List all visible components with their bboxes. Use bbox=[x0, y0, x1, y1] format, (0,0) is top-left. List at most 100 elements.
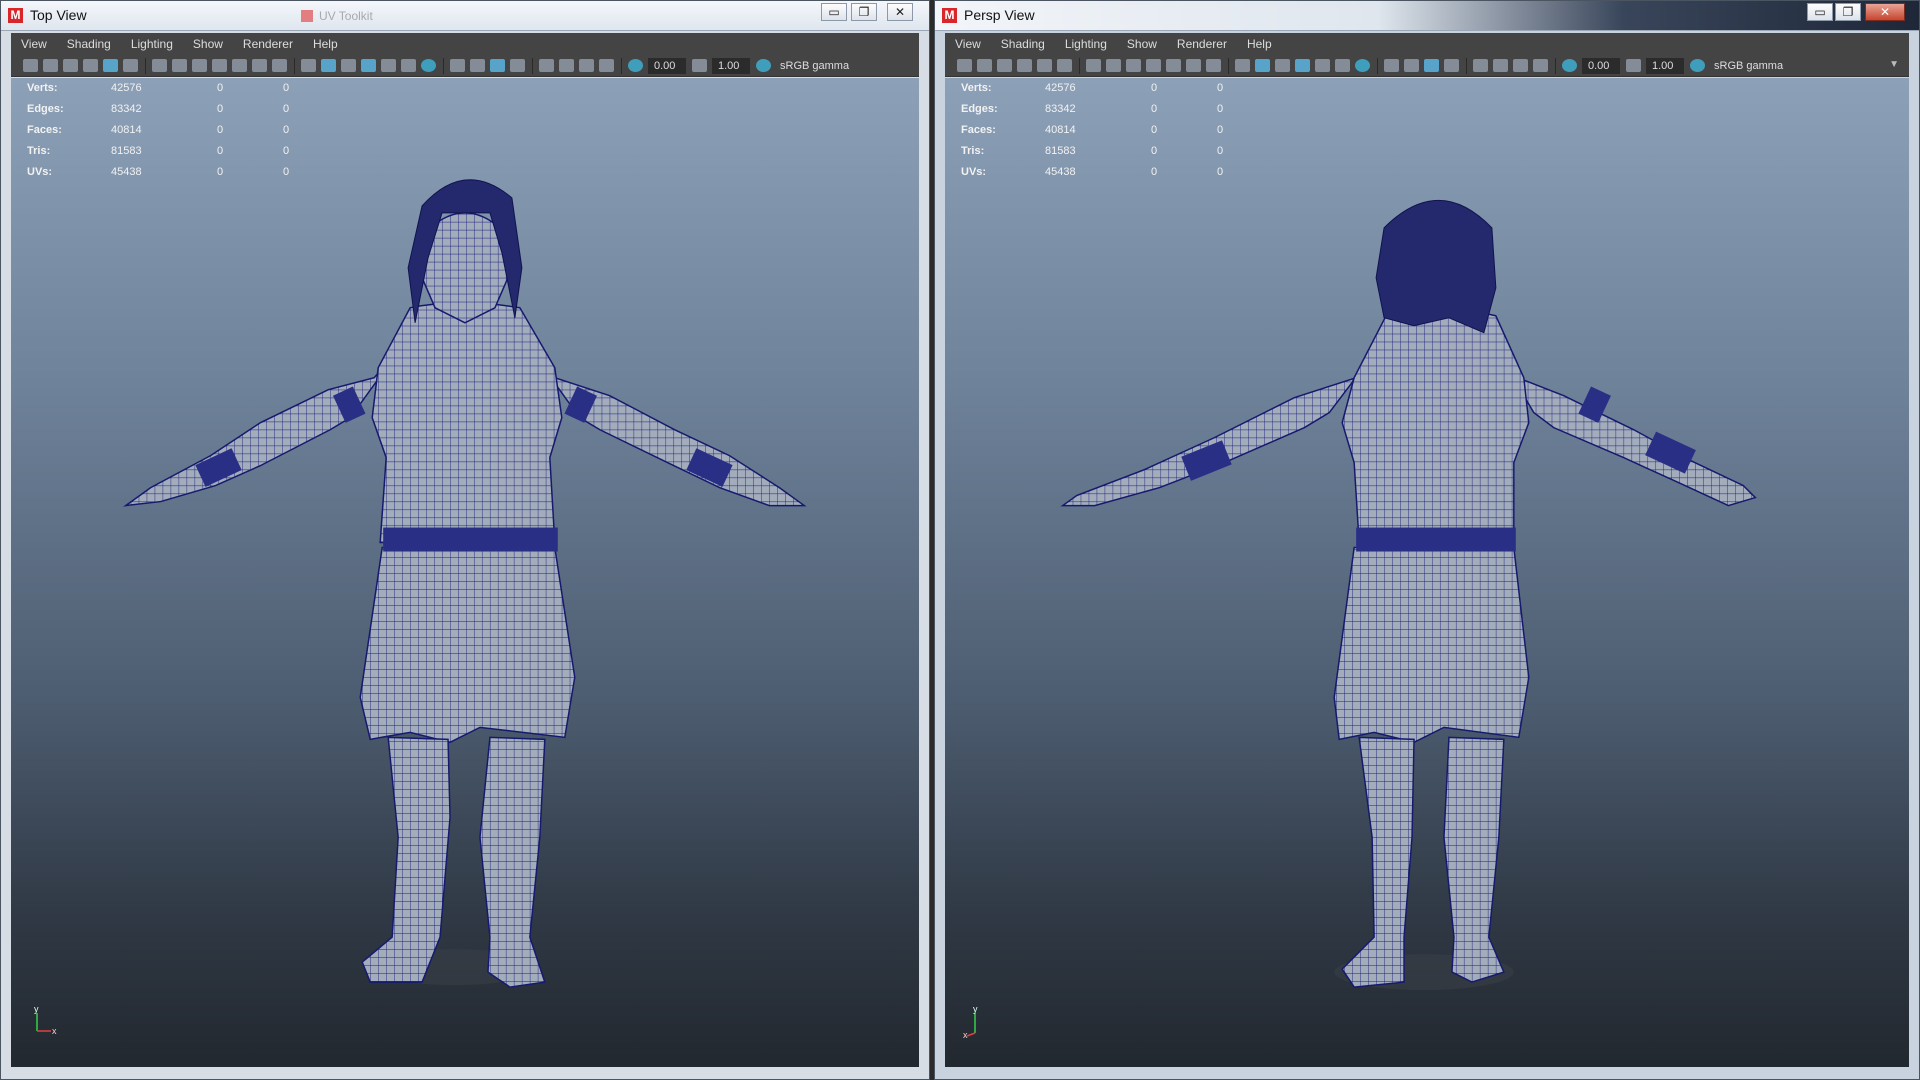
menu-lighting[interactable]: Lighting bbox=[1055, 37, 1117, 51]
field-chart-icon[interactable] bbox=[1166, 59, 1181, 72]
textured-icon[interactable] bbox=[1315, 59, 1330, 72]
shadows-icon[interactable] bbox=[421, 59, 436, 72]
smooth-shade-icon[interactable] bbox=[1255, 59, 1270, 72]
light-icon[interactable] bbox=[401, 59, 416, 72]
xray-icon[interactable] bbox=[1493, 59, 1508, 72]
hud-value: 0 bbox=[217, 82, 224, 94]
depth-of-field-icon[interactable] bbox=[510, 59, 525, 72]
backface-icon[interactable] bbox=[599, 59, 614, 72]
gamma-field[interactable]: 1.00 bbox=[712, 57, 750, 74]
anti-alias-icon[interactable] bbox=[490, 59, 505, 72]
pan-zoom-icon[interactable] bbox=[103, 59, 118, 72]
film-gate-icon[interactable] bbox=[172, 59, 187, 72]
viewport-persp[interactable]: Verts: 42576 0 0 Edges: 83342 0 0 Faces:… bbox=[945, 78, 1909, 1067]
image-plane-icon[interactable] bbox=[1017, 59, 1032, 72]
close-button[interactable]: ✕ bbox=[1865, 3, 1905, 21]
menu-renderer[interactable]: Renderer bbox=[233, 37, 303, 51]
exposure-icon[interactable] bbox=[1562, 59, 1577, 72]
grid-icon[interactable] bbox=[1086, 59, 1101, 72]
motion-blur-icon[interactable] bbox=[470, 59, 485, 72]
colorspace-icon[interactable] bbox=[756, 59, 771, 72]
gate-mask-icon[interactable] bbox=[1146, 59, 1161, 72]
shadows-icon[interactable] bbox=[1355, 59, 1370, 72]
wireframe-on-shaded-icon[interactable] bbox=[1295, 59, 1310, 72]
grid-icon[interactable] bbox=[152, 59, 167, 72]
hud-value: 0 bbox=[1151, 166, 1158, 178]
viewport-top[interactable]: Verts: 42576 0 0 Edges: 83342 0 0 Faces:… bbox=[11, 78, 919, 1067]
bookmark-icon[interactable] bbox=[63, 59, 78, 72]
anti-alias-icon[interactable] bbox=[1424, 59, 1439, 72]
gate-mask-icon[interactable] bbox=[212, 59, 227, 72]
grease-pencil-icon[interactable] bbox=[1057, 59, 1072, 72]
menu-show[interactable]: Show bbox=[1117, 37, 1167, 51]
light-icon[interactable] bbox=[1335, 59, 1350, 72]
exposure-field[interactable]: 0.00 bbox=[1582, 57, 1620, 74]
isolate-select-icon[interactable] bbox=[539, 59, 554, 72]
restore-button[interactable]: ❐ bbox=[851, 3, 877, 21]
depth-of-field-icon[interactable] bbox=[1444, 59, 1459, 72]
pan-zoom-icon[interactable] bbox=[1037, 59, 1052, 72]
restore-button[interactable]: ❐ bbox=[1835, 3, 1861, 21]
title-bar[interactable]: M Top View UV Toolkit ▭ ❐ ✕ bbox=[1, 1, 929, 31]
menu-renderer[interactable]: Renderer bbox=[1167, 37, 1237, 51]
gamma-icon[interactable] bbox=[1626, 59, 1641, 72]
wireframe-on-shaded-icon[interactable] bbox=[361, 59, 376, 72]
grease-pencil-icon[interactable] bbox=[123, 59, 138, 72]
safe-title-icon[interactable] bbox=[272, 59, 287, 72]
screen-space-ao-icon[interactable] bbox=[450, 59, 465, 72]
film-gate-icon[interactable] bbox=[1106, 59, 1121, 72]
hud-value: 40814 bbox=[111, 124, 142, 136]
camera-attributes-icon[interactable] bbox=[977, 59, 992, 72]
exposure-icon[interactable] bbox=[628, 59, 643, 72]
resolution-gate-icon[interactable] bbox=[1126, 59, 1141, 72]
default-material-icon[interactable] bbox=[341, 59, 356, 72]
resolution-gate-icon[interactable] bbox=[192, 59, 207, 72]
xray-joints-icon[interactable] bbox=[579, 59, 594, 72]
wireframe-icon[interactable] bbox=[301, 59, 316, 72]
safe-action-icon[interactable] bbox=[1186, 59, 1201, 72]
gamma-field[interactable]: 1.00 bbox=[1646, 57, 1684, 74]
menu-view[interactable]: View bbox=[11, 37, 57, 51]
isolate-select-icon[interactable] bbox=[1473, 59, 1488, 72]
xray-icon[interactable] bbox=[559, 59, 574, 72]
xray-joints-icon[interactable] bbox=[1513, 59, 1528, 72]
motion-blur-icon[interactable] bbox=[1404, 59, 1419, 72]
default-material-icon[interactable] bbox=[1275, 59, 1290, 72]
colorspace-icon[interactable] bbox=[1690, 59, 1705, 72]
wireframe-icon[interactable] bbox=[1235, 59, 1250, 72]
textured-icon[interactable] bbox=[381, 59, 396, 72]
toolbar-separator bbox=[532, 57, 533, 74]
close-button[interactable]: ✕ bbox=[887, 3, 913, 21]
camera-attributes-icon[interactable] bbox=[43, 59, 58, 72]
restore-icon: ❐ bbox=[1842, 5, 1854, 19]
menu-lighting[interactable]: Lighting bbox=[121, 37, 183, 51]
menu-help[interactable]: Help bbox=[1237, 37, 1282, 51]
minimize-button[interactable]: ▭ bbox=[1807, 3, 1833, 21]
character-wireframe-back bbox=[1060, 199, 1757, 991]
backface-icon[interactable] bbox=[1533, 59, 1548, 72]
title-bar[interactable]: M Persp View ▭ ❐ ✕ bbox=[935, 1, 1919, 31]
exposure-field[interactable]: 0.00 bbox=[648, 57, 686, 74]
menu-help[interactable]: Help bbox=[303, 37, 348, 51]
gamma-icon[interactable] bbox=[692, 59, 707, 72]
left-arm bbox=[1060, 337, 1387, 507]
menu-view[interactable]: View bbox=[945, 37, 991, 51]
camera-icon[interactable] bbox=[23, 59, 38, 72]
color-space-dropdown[interactable]: sRGB gamma bbox=[776, 60, 919, 72]
menu-shading[interactable]: Shading bbox=[991, 37, 1055, 51]
hud-value: 83342 bbox=[1045, 103, 1076, 115]
field-chart-icon[interactable] bbox=[232, 59, 247, 72]
smooth-shade-icon[interactable] bbox=[321, 59, 336, 72]
color-space-dropdown[interactable]: sRGB gamma ▼ bbox=[1710, 59, 1909, 72]
screen-space-ao-icon[interactable] bbox=[1384, 59, 1399, 72]
safe-title-icon[interactable] bbox=[1206, 59, 1221, 72]
menu-show[interactable]: Show bbox=[183, 37, 233, 51]
left-leg bbox=[361, 736, 451, 983]
bookmark-icon[interactable] bbox=[997, 59, 1012, 72]
color-space-value: sRGB gamma bbox=[780, 59, 850, 72]
minimize-button[interactable]: ▭ bbox=[821, 3, 847, 21]
menu-shading[interactable]: Shading bbox=[57, 37, 121, 51]
image-plane-icon[interactable] bbox=[83, 59, 98, 72]
safe-action-icon[interactable] bbox=[252, 59, 267, 72]
camera-icon[interactable] bbox=[957, 59, 972, 72]
